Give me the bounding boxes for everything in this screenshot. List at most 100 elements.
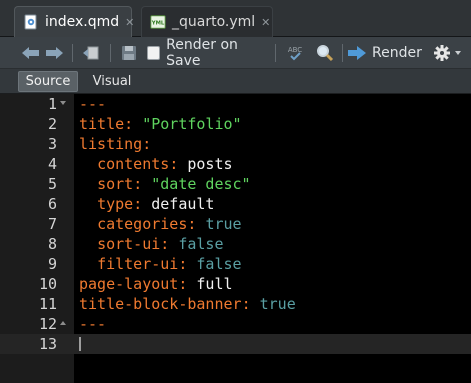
code-text: --- <box>79 314 106 334</box>
code-line: 9 filter-ui: false <box>0 254 471 274</box>
back-arrow-icon[interactable] <box>20 37 42 69</box>
code-line: 11 title-block-banner: true <box>0 294 471 314</box>
tab-bar: index.qmd ✕ YML _quarto.yml ✕ <box>0 0 471 37</box>
yaml-plain-value: full <box>196 275 233 293</box>
yml-file-icon: YML <box>150 14 166 30</box>
code-line: 7 categories: true <box>0 214 471 234</box>
code-text: title: "Portfolio" <box>79 114 242 134</box>
line-number: 13 <box>38 335 57 353</box>
yaml-string-value: "date desc" <box>151 175 251 193</box>
editor-mode-bar: Source Visual <box>0 69 471 94</box>
yaml-colon: : <box>160 235 179 253</box>
yaml-colon: : <box>124 115 143 133</box>
yaml-plain-value: default <box>151 195 215 213</box>
text-cursor <box>79 337 81 351</box>
toolbar-separator <box>72 44 73 62</box>
code-line: 2 title: "Portfolio" <box>0 114 471 134</box>
close-icon[interactable]: ✕ <box>261 16 270 29</box>
yaml-colon: : <box>133 175 152 193</box>
line-number: 2 <box>47 115 57 133</box>
code-line: 12 --- <box>0 314 471 334</box>
yaml-delimiter: --- <box>79 315 107 333</box>
code-text: listing: <box>79 134 151 154</box>
yaml-boolean-value: true <box>259 295 296 313</box>
yaml-key: filter-ui <box>97 255 179 273</box>
render-arrow-icon <box>347 45 367 61</box>
close-icon[interactable]: ✕ <box>125 16 134 29</box>
line-number: 11 <box>38 295 57 313</box>
quarto-doc-icon <box>23 14 39 30</box>
show-in-window-icon[interactable] <box>80 37 102 69</box>
save-icon[interactable] <box>118 37 140 69</box>
tab-index-qmd[interactable]: index.qmd ✕ <box>14 6 134 37</box>
line-number: 9 <box>47 255 57 273</box>
tab-quarto-yml[interactable]: YML _quarto.yml ✕ <box>141 6 273 37</box>
render-button[interactable]: Render <box>347 37 422 69</box>
spellcheck-badge-text: ABC <box>288 46 302 54</box>
line-number: 5 <box>47 175 57 193</box>
fold-arrow-icon[interactable] <box>60 101 66 105</box>
render-on-save-checkbox[interactable] <box>147 46 161 60</box>
code-text: page-layout: full <box>79 274 233 294</box>
editor-window: index.qmd ✕ YML _quarto.yml ✕ Render on … <box>0 0 471 383</box>
yaml-boolean-value: false <box>178 235 224 253</box>
toolbar-separator <box>110 44 111 62</box>
yaml-key: sort-ui <box>97 235 161 253</box>
code-text: --- <box>79 94 106 114</box>
code-line: 3 listing: <box>0 134 471 154</box>
yaml-key: sort <box>97 175 134 193</box>
code-text: type: default <box>79 194 214 214</box>
line-number: 3 <box>47 135 57 153</box>
find-replace-icon[interactable] <box>313 37 337 69</box>
code-text: title-block-banner: true <box>79 294 296 314</box>
code-editor[interactable]: 1 --- 2 title: "Portfolio" 3 listing: 4 … <box>0 94 471 383</box>
chevron-down-icon <box>455 51 461 55</box>
line-number: 12 <box>38 315 57 333</box>
code-line: 5 sort: "date desc" <box>0 174 471 194</box>
yaml-key: title <box>79 115 125 133</box>
code-line: 10 page-layout: full <box>0 274 471 294</box>
code-line: 1 --- <box>0 94 471 114</box>
yaml-key: listing <box>79 135 143 153</box>
code-text: sort-ui: false <box>79 234 224 254</box>
yaml-boolean-value: true <box>205 215 242 233</box>
tab-label: _quarto.yml <box>172 14 256 30</box>
yaml-colon: : <box>169 155 188 173</box>
yaml-key: page-layout <box>79 275 179 293</box>
line-number: 7 <box>47 215 57 233</box>
yaml-colon: : <box>133 195 152 213</box>
yaml-delimiter: --- <box>79 95 107 113</box>
tab-label: index.qmd <box>45 14 120 30</box>
yaml-boolean-value: false <box>196 255 242 273</box>
code-text: sort: "date desc" <box>79 174 251 194</box>
line-number: 6 <box>47 195 57 213</box>
code-line: 8 sort-ui: false <box>0 234 471 254</box>
svg-text:YML: YML <box>151 21 165 27</box>
spellcheck-icon[interactable]: ABC <box>281 37 309 69</box>
source-mode-button[interactable]: Source <box>18 71 78 92</box>
yaml-colon: : <box>241 295 260 313</box>
fold-arrow-icon[interactable] <box>60 321 66 325</box>
code-text: categories: true <box>79 214 242 234</box>
settings-gear-icon[interactable] <box>430 37 466 69</box>
render-on-save-toggle[interactable]: Render on Save <box>147 37 269 69</box>
editor-toolbar: Render on Save ABC Render <box>0 37 471 69</box>
yaml-colon: : <box>187 215 206 233</box>
forward-arrow-icon[interactable] <box>43 37 65 69</box>
line-number: 8 <box>47 235 57 253</box>
code-text: filter-ui: false <box>79 254 242 274</box>
current-code-line[interactable]: 13 <box>0 334 471 354</box>
code-line: 4 contents: posts <box>0 154 471 174</box>
visual-mode-button[interactable]: Visual <box>84 71 140 92</box>
toolbar-separator <box>275 44 276 62</box>
render-label: Render <box>372 45 422 61</box>
line-number: 10 <box>38 275 57 293</box>
yaml-colon: : <box>178 275 197 293</box>
code-line: 6 type: default <box>0 194 471 214</box>
